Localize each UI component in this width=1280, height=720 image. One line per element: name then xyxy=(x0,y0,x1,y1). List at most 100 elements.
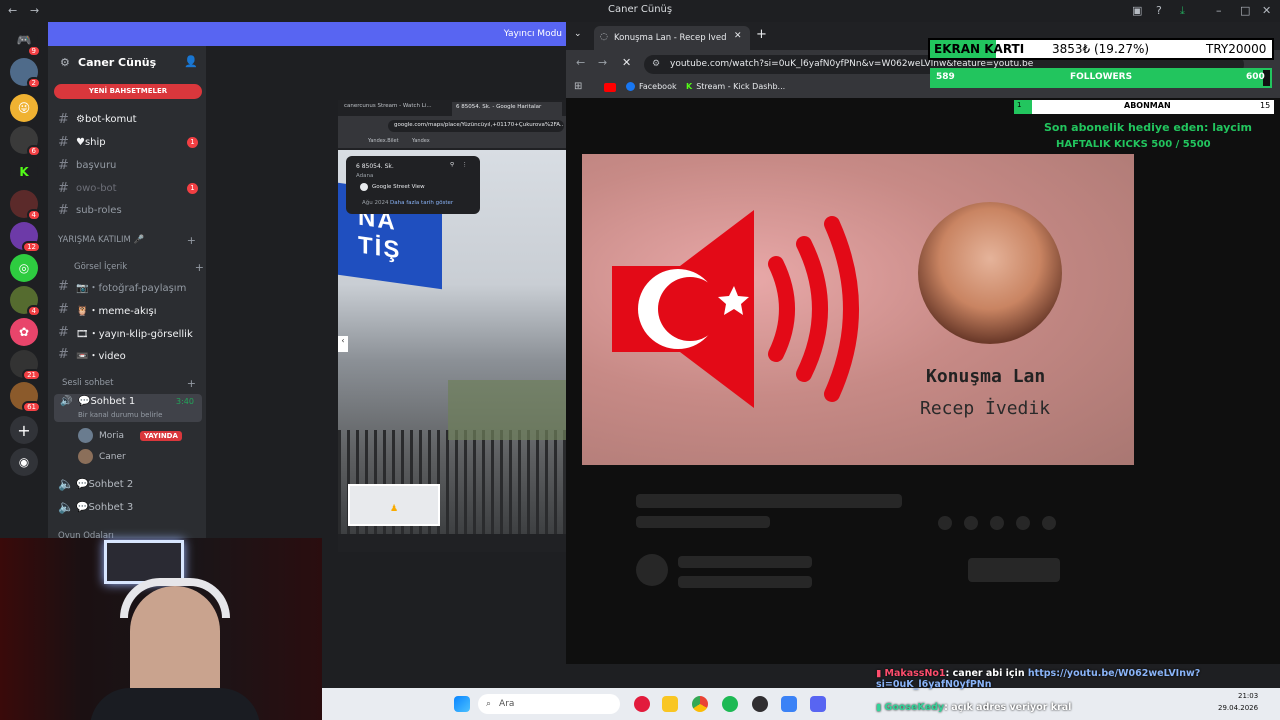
new-mentions-button[interactable]: YENİ BAHSETMELER xyxy=(54,84,202,99)
maps-tab-1[interactable]: canercunus Stream - Watch Li... xyxy=(344,103,448,109)
chrome-icon[interactable] xyxy=(692,696,708,712)
explore-icon[interactable]: ◉ xyxy=(10,448,38,476)
obs-icon[interactable] xyxy=(752,696,768,712)
bookmark[interactable]: Yandex xyxy=(412,138,430,144)
channel-sub-roles[interactable]: # sub-roles xyxy=(58,203,198,218)
minimize-icon[interactable]: – xyxy=(1216,4,1222,17)
street-view-card[interactable]: 6 85054. Sk. Adana ⋮ ⚲ Google Street Vie… xyxy=(346,156,480,214)
maximize-icon[interactable]: □ xyxy=(1240,4,1250,17)
voice-status[interactable]: Bir kanal durumu belirle xyxy=(78,411,162,419)
server-icon[interactable]: 4 xyxy=(10,286,41,317)
tab-title: Konuşma Lan - Recep İvedik - S xyxy=(614,33,726,43)
server-icon[interactable]: ◎ xyxy=(10,254,38,282)
facebook-icon xyxy=(626,82,635,91)
file-explorer-icon[interactable] xyxy=(662,696,678,712)
kick-icon[interactable]: K xyxy=(10,158,38,186)
apps-icon[interactable]: ⊞ xyxy=(574,81,582,92)
voice-channel-sohbet-3[interactable]: 🔈 💬Sohbet 3 xyxy=(58,500,198,515)
user-name: Moria xyxy=(99,430,124,441)
bookmark-kick[interactable]: K Stream - Kick Dashb... xyxy=(686,82,785,91)
more-dates-link[interactable]: Daha fazla tarih göster xyxy=(390,200,453,206)
back-arrow-icon[interactable]: ← xyxy=(8,4,17,17)
channel-fotograf[interactable]: # 📷・fotoğraf-paylaşım xyxy=(58,279,198,294)
spotify-icon[interactable] xyxy=(722,696,738,712)
start-icon[interactable] xyxy=(454,696,470,712)
channel-owo-bot[interactable]: # owo-bot 1 xyxy=(58,181,198,196)
server-icon[interactable]: 21 xyxy=(10,350,41,381)
server-name[interactable]: Caner Cünüş xyxy=(78,56,156,69)
add-channel-icon[interactable]: + xyxy=(195,261,204,274)
server-icon[interactable]: 61 xyxy=(10,382,41,413)
category-visual[interactable]: Görsel İçerik + xyxy=(74,261,204,274)
voice-user[interactable]: Caner xyxy=(78,449,126,464)
chat-user-icon: ▮ xyxy=(876,668,882,679)
server-icon[interactable]: 12 xyxy=(10,222,41,253)
loading-subtitle-placeholder xyxy=(636,516,770,528)
hash-icon: # xyxy=(58,203,69,218)
thumb-title: Konuşma Lan xyxy=(926,366,1046,387)
add-channel-icon[interactable]: + xyxy=(187,377,196,390)
new-tab-icon[interactable]: + xyxy=(756,27,767,42)
channel-label: ⚙bot-komut xyxy=(76,114,137,125)
back-icon[interactable]: ← xyxy=(576,56,585,69)
server-icon[interactable]: 2 xyxy=(10,58,41,89)
loading-subscribe-placeholder xyxy=(968,558,1060,582)
voice-channel-sohbet-2[interactable]: 🔈 💬Sohbet 2 xyxy=(58,477,198,492)
forward-arrow-icon[interactable]: → xyxy=(30,4,39,17)
maps-url[interactable]: google.com/maps/place/Yüzüncüyıl,+01170+… xyxy=(388,120,564,132)
forward-icon[interactable]: → xyxy=(598,56,607,69)
channel-bot-komut[interactable]: # ⚙bot-komut xyxy=(58,112,198,127)
category-voice[interactable]: Sesli sohbet + xyxy=(62,377,198,390)
bookmark-facebook[interactable]: Facebook xyxy=(626,82,677,91)
channel-ship[interactable]: # ♥ship 1 xyxy=(58,135,198,150)
tab-youtube[interactable]: ◌ Konuşma Lan - Recep İvedik - S ✕ xyxy=(594,26,750,50)
tab-search-icon[interactable]: ⌄ xyxy=(574,29,582,39)
gpu-goal-bar: EKRAN KARTI 3853₺ (19.27%) TRY20000 xyxy=(928,38,1274,60)
channel-label: ♥ship xyxy=(76,137,106,148)
channel-label: 🦉・meme-akışı xyxy=(76,306,157,317)
channel-klip[interactable]: # 🎞・yayın-klip-görsellik xyxy=(58,325,198,340)
live-badge: YAYINDA xyxy=(140,430,182,441)
category-contest[interactable]: YARIŞMA KATILIM 🎤 + xyxy=(58,234,198,247)
channel-list: ⚙ Caner Cünüş 👤 YENİ BAHSETMELER # ⚙bot-k… xyxy=(48,46,206,542)
followers-goal: 600 xyxy=(1246,72,1265,82)
help-icon[interactable]: ? xyxy=(1156,4,1162,17)
site-info-icon[interactable]: ⚙ xyxy=(652,55,660,74)
download-icon[interactable]: ⤓ xyxy=(1180,4,1185,18)
voice-channel-active[interactable]: 🔊 💬Sohbet 1 3:40 Bir kanal durumu belirl… xyxy=(54,394,202,422)
channel-label: 💬Sohbet 3 xyxy=(76,502,134,513)
bookmark[interactable]: Yandex.Bilet xyxy=(368,138,399,144)
maps-tab-2[interactable]: 6 85054. Sk. - Google Haritalar xyxy=(452,102,562,116)
close-tab-icon[interactable]: ✕ xyxy=(734,31,742,41)
discord-home-icon[interactable]: 🎮 9 xyxy=(10,26,41,57)
inbox-icon[interactable]: ▣ xyxy=(1132,4,1142,17)
avatar xyxy=(78,449,93,464)
add-server-icon[interactable]: + xyxy=(10,416,38,444)
add-channel-icon[interactable]: + xyxy=(187,234,196,247)
server-icon[interactable]: ✿ xyxy=(10,318,38,346)
close-icon[interactable]: ✕ xyxy=(1262,4,1271,17)
subs-goal-bar: 1 ABONMAN 15 xyxy=(1014,100,1274,114)
media-app-icon[interactable] xyxy=(634,696,650,712)
invite-icon[interactable]: 👤 xyxy=(184,55,198,68)
taskbar-search[interactable]: ⌕ Ara xyxy=(478,694,620,714)
server-icon[interactable]: 😜 xyxy=(10,94,38,122)
stop-icon[interactable]: ✕ xyxy=(622,56,631,69)
youtube-icon[interactable] xyxy=(604,83,616,92)
app-icon[interactable] xyxy=(781,696,797,712)
collapse-panel-icon[interactable]: ‹ xyxy=(338,336,348,352)
channel-meme[interactable]: # 🦉・meme-akışı xyxy=(58,302,198,317)
category-label: YARIŞMA KATILIM 🎤 xyxy=(58,235,145,245)
channel-basvuru[interactable]: # başvuru xyxy=(58,158,198,173)
voice-user[interactable]: Moria YAYINDA xyxy=(78,428,182,443)
server-icon[interactable]: 4 xyxy=(10,190,41,221)
discord-icon[interactable] xyxy=(810,696,826,712)
hash-icon: # xyxy=(58,181,69,196)
video-thumbnail[interactable]: Konuşma Lan Recep İvedik xyxy=(582,154,1134,465)
server-icon[interactable]: 6 xyxy=(10,126,41,157)
channel-video[interactable]: # 📼・video xyxy=(58,347,198,362)
minimap[interactable]: ♟ xyxy=(348,484,440,526)
subs-goal: 15 xyxy=(1260,101,1271,110)
hash-icon: # xyxy=(58,347,69,362)
more-icon[interactable]: ⋮ xyxy=(462,162,468,168)
